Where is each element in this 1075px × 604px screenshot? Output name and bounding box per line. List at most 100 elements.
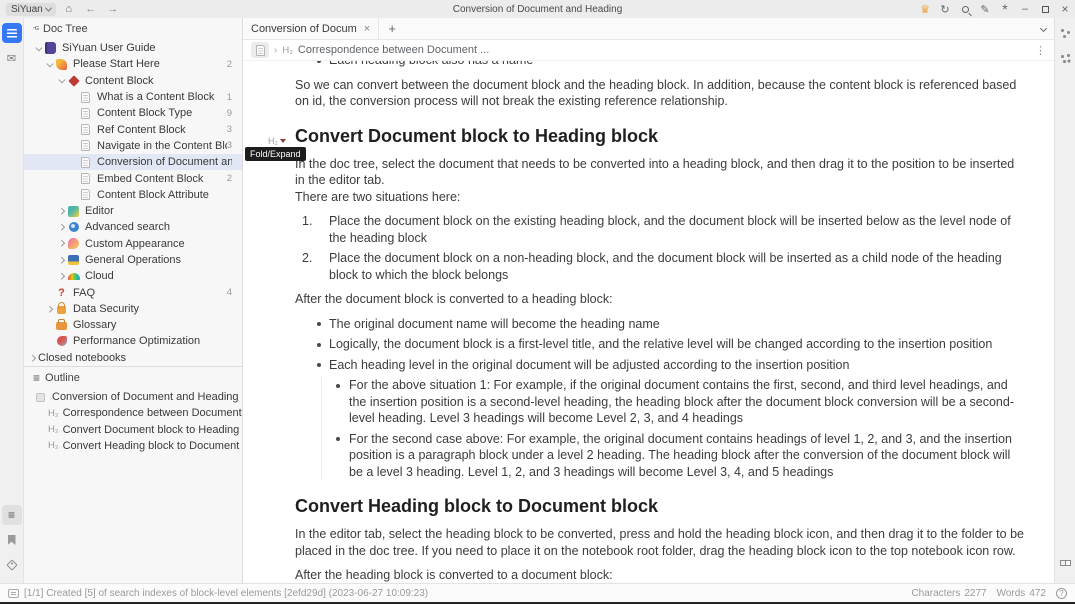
file-tree-dock-button[interactable] <box>2 23 22 43</box>
tree-item-selected[interactable]: Conversion of Document and Head... <box>24 154 242 170</box>
list-item[interactable]: For the above situation 1: For example, … <box>322 377 1024 427</box>
outline-title: Outline <box>45 372 80 384</box>
tree-item[interactable]: Glossary <box>24 317 242 333</box>
tab-bar: Conversion of Docum <box>243 18 1054 40</box>
list-item[interactable]: Each heading level in the original docum… <box>295 357 1024 374</box>
tab-list-chevron-icon[interactable] <box>1041 26 1046 31</box>
expand-toggle[interactable] <box>55 221 67 233</box>
tree-item[interactable]: FAQ 4 <box>24 284 242 300</box>
settings-icon[interactable] <box>995 2 1015 16</box>
backlinks-dock-button[interactable] <box>1055 553 1075 573</box>
forward-icon[interactable] <box>104 2 122 16</box>
vip-crown-icon[interactable] <box>915 2 935 16</box>
restore-glyph <box>1042 6 1049 13</box>
toggle-spacer <box>43 319 55 331</box>
heading-convert-heading-to-doc[interactable]: Convert Heading block to Document block <box>295 494 1024 518</box>
list-number: 2. <box>302 250 322 267</box>
document-icon <box>79 188 92 201</box>
tree-item[interactable]: Advanced search <box>24 219 242 235</box>
nested-bullet-list: For the above situation 1: For example, … <box>321 377 1024 480</box>
tree-item[interactable]: Custom Appearance <box>24 236 242 252</box>
close-button[interactable] <box>1055 2 1075 16</box>
back-icon[interactable] <box>82 2 100 16</box>
tree-item[interactable]: Content Block Type 9 <box>24 105 242 121</box>
tree-item[interactable]: Performance Optimization <box>24 333 242 349</box>
outline-item[interactable]: Conversion of Document and Heading <box>24 389 242 405</box>
list-item[interactable]: The original document name will become t… <box>295 316 1024 333</box>
toggle-spacer <box>67 156 79 168</box>
tree-item[interactable]: General Operations <box>24 252 242 268</box>
tree-item[interactable]: Cloud <box>24 268 242 284</box>
tree-item[interactable]: Content Block <box>24 73 242 89</box>
expand-toggle[interactable] <box>43 303 55 315</box>
tree-item-closed-notebooks[interactable]: Closed notebooks <box>24 350 242 366</box>
words-value: 472 <box>1029 588 1046 599</box>
toggle-spacer <box>67 189 79 201</box>
new-tab-button[interactable] <box>379 21 405 36</box>
outline-header[interactable]: Outline <box>24 367 242 389</box>
outline-panel: Outline Conversion of Document and Headi… <box>24 366 242 583</box>
outline-dock-button[interactable] <box>2 505 22 525</box>
toggle-spacer <box>67 124 79 136</box>
heading-convert-doc-to-heading[interactable]: H₂ Convert Document block to Heading blo… <box>295 124 1024 148</box>
tree-item[interactable]: Content Block Attribute <box>24 187 242 203</box>
bookmark-dock-button[interactable] <box>2 530 22 550</box>
paragraph[interactable]: After the document block is converted to… <box>295 291 1024 308</box>
doc-tree-icon <box>33 24 38 35</box>
paragraph[interactable]: In the doc tree, select the document tha… <box>295 156 1024 206</box>
fold-triangle-icon[interactable] <box>280 139 286 143</box>
list-item[interactable]: Each heading block also has a name <box>295 61 1024 69</box>
history-icon[interactable] <box>935 2 955 16</box>
toggle-spacer <box>43 287 55 299</box>
list-item[interactable]: 2. Place the document block on a non-hea… <box>295 250 1024 283</box>
tree-item[interactable]: Editor <box>24 203 242 219</box>
help-icon[interactable] <box>1056 588 1067 599</box>
tag-icon <box>6 559 17 570</box>
expand-toggle[interactable] <box>55 205 67 217</box>
tree-item[interactable]: Data Security <box>24 301 242 317</box>
tree-item-notebook[interactable]: SiYuan User Guide <box>24 40 242 56</box>
breadcrumb-doc-chip[interactable] <box>251 42 269 58</box>
tree-item[interactable]: Embed Content Block 2 <box>24 170 242 186</box>
tree-item[interactable]: Navigate in the Content Block 3 <box>24 138 242 154</box>
minimize-button[interactable] <box>1015 2 1035 16</box>
collapse-toggle[interactable] <box>43 58 55 70</box>
paragraph[interactable]: After the heading block is converted to … <box>295 567 1024 583</box>
expand-toggle[interactable] <box>55 270 67 282</box>
paragraph[interactable]: In the editor tab, select the heading bl… <box>295 526 1024 559</box>
doc-tree-header[interactable]: Doc Tree <box>24 18 242 40</box>
outline-item[interactable]: H₂ Convert Document block to Heading blo… <box>24 422 242 438</box>
global-graph-dock-button[interactable] <box>1055 48 1075 68</box>
outline-item[interactable]: H₂ Convert Heading block to Document blo… <box>24 438 242 454</box>
list-item[interactable]: Logically, the document block is a first… <box>295 336 1024 353</box>
home-icon[interactable] <box>60 2 78 16</box>
workspace-switcher[interactable]: SiYuan <box>6 3 56 16</box>
kebab-menu-icon[interactable] <box>1035 44 1046 57</box>
outline-item[interactable]: H₂ Correspondence between Document and H… <box>24 405 242 421</box>
inbox-dock-button[interactable] <box>2 48 22 68</box>
collapse-toggle[interactable] <box>55 75 67 87</box>
tab-close-icon[interactable] <box>364 23 370 35</box>
breadcrumb-heading[interactable]: Correspondence between Document ... <box>298 44 489 56</box>
expand-toggle[interactable] <box>55 238 67 250</box>
tag-dock-button[interactable] <box>2 555 22 575</box>
heading-level-tag: H₂ <box>48 440 59 451</box>
notebook-icon <box>44 42 57 55</box>
tab-conversion-of-document[interactable]: Conversion of Docum <box>243 18 379 39</box>
expand-toggle[interactable] <box>55 254 67 266</box>
restore-button[interactable] <box>1035 2 1055 16</box>
paragraph[interactable]: So we can convert between the document b… <box>295 77 1024 110</box>
graph-dock-button[interactable] <box>1055 23 1075 43</box>
tree-item[interactable]: Ref Content Block 3 <box>24 121 242 137</box>
toggle-spacer <box>67 107 79 119</box>
list-item[interactable]: For the second case above: For example, … <box>322 431 1024 481</box>
tree-item[interactable]: What is a Content Block 1 <box>24 89 242 105</box>
log-icon[interactable] <box>8 589 19 598</box>
tree-item[interactable]: Please Start Here 2 <box>24 56 242 72</box>
collapse-toggle[interactable] <box>32 42 44 54</box>
list-item[interactable]: 1. Place the document block on the exist… <box>295 213 1024 246</box>
document-content[interactable]: Each heading block also has a name So we… <box>243 61 1054 583</box>
search-icon[interactable] <box>955 2 975 16</box>
expand-toggle[interactable] <box>26 352 38 364</box>
edit-icon[interactable] <box>975 2 995 16</box>
